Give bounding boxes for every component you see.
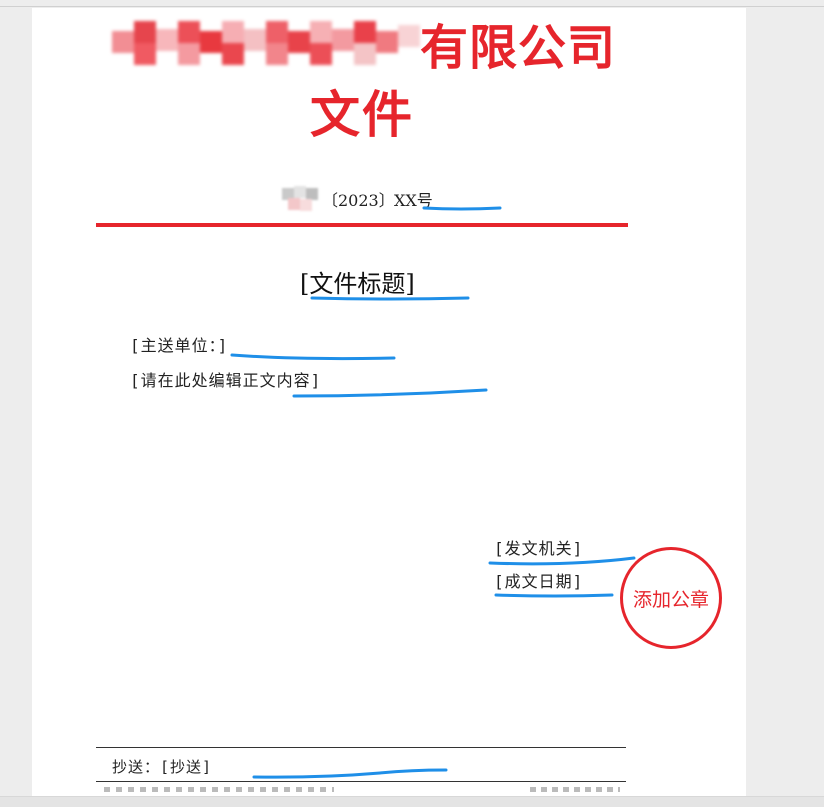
document-title[interactable]: [文件标题]	[300, 264, 415, 299]
cc-field[interactable]: 抄送：[抄送]	[112, 756, 212, 777]
issuer-field[interactable]: [发文机关]	[494, 535, 583, 559]
window-top-border	[0, 6, 824, 7]
add-seal-label: 添加公章	[632, 588, 709, 611]
redacted-company-name	[112, 21, 420, 77]
red-separator-line	[96, 223, 628, 227]
redacted-doc-prefix	[280, 186, 318, 211]
document-type-label: 文件	[310, 86, 414, 144]
cutoff-text-left	[104, 787, 334, 792]
doc-number-year: 〔2023〕	[322, 191, 395, 210]
date-field[interactable]: [成文日期]	[494, 568, 583, 592]
footer-top-rule	[96, 747, 626, 748]
footer-bottom-rule	[96, 781, 626, 782]
doc-number-code[interactable]: XX号	[394, 187, 433, 211]
add-seal-button[interactable]: 添加公章	[620, 547, 722, 649]
cutoff-text-right	[530, 787, 620, 792]
recipient-field[interactable]: [主送单位：]	[130, 332, 228, 356]
company-name-suffix: 有限公司	[420, 20, 617, 76]
window-bottom-bar	[0, 796, 824, 807]
body-content-field[interactable]: [请在此处编辑正文内容]	[130, 367, 321, 391]
